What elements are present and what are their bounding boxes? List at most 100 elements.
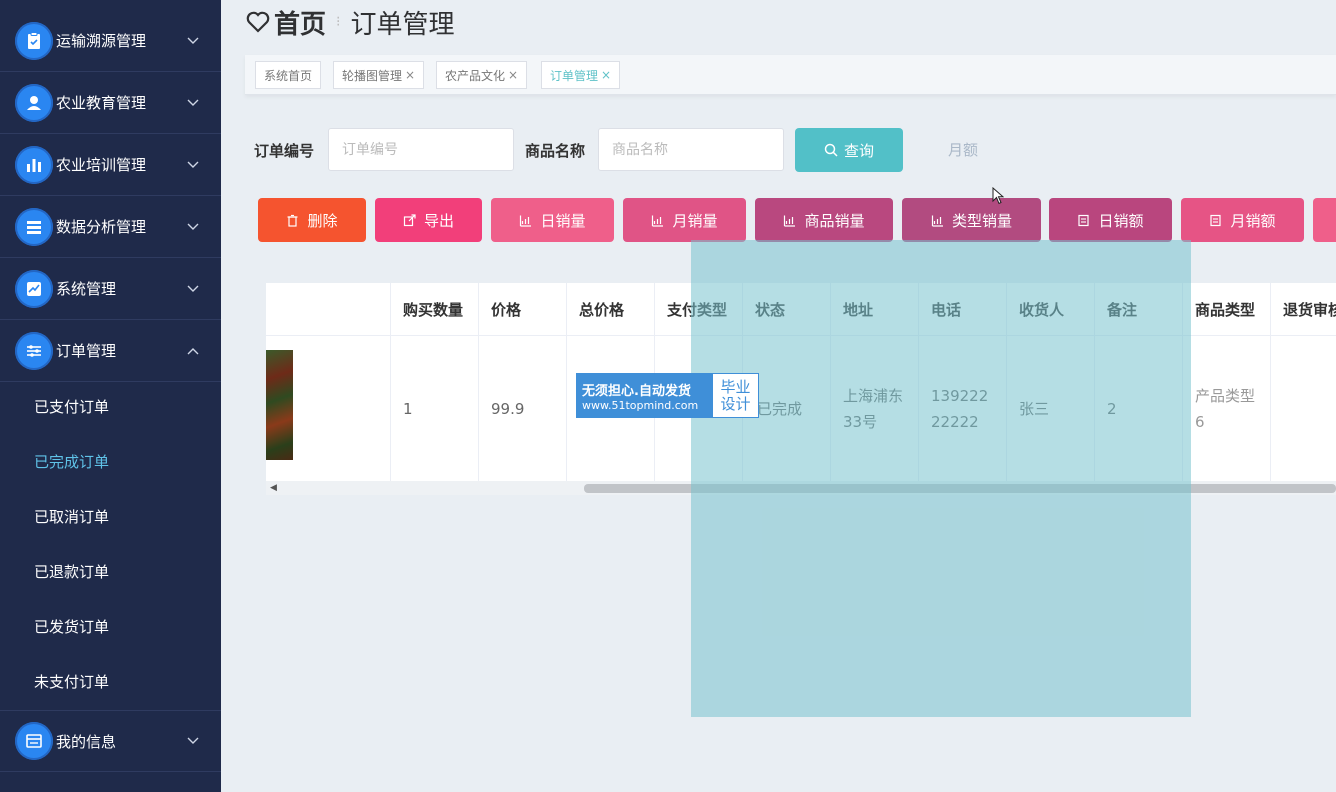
user-icon [15,83,53,122]
menu-item-orders[interactable]: 订单管理 [0,320,221,382]
scrollbar-thumb[interactable] [584,484,1336,493]
tab-bar: 系统首页 轮播图管理 × 农产品文化 × 订单管理 × [245,55,1336,95]
menu-label: 农业培训管理 [56,156,147,174]
monthly-revenue-button[interactable]: 月销额 [1181,198,1304,242]
th-status: 状态 [743,283,831,336]
monthly-sales-button[interactable]: 月销量 [623,198,746,242]
tab-label: 订单管理 [550,68,599,83]
doc-icon [1210,214,1222,226]
tab-carousel[interactable]: 轮播图管理 × [333,61,425,89]
query-button[interactable]: 查询 [795,128,903,172]
action-label: 导出 [423,211,454,230]
daily-revenue-button[interactable]: 日销额 [1049,198,1172,242]
sidebar: 运输溯源管理 农业教育管理 农业培训管理 数据分析管理 系统管理 订单管理 已支… [0,0,221,792]
chevron-up-icon [187,344,199,358]
th-quantity: 购买数量 [391,283,479,336]
td-address: 上海浦东33号 [831,336,919,481]
daily-sales-button[interactable]: 日销量 [491,198,614,242]
th-remark: 备注 [1095,283,1183,336]
menu-item-my-info[interactable]: 我的信息 [0,710,221,772]
bar-chart-icon [15,145,53,184]
th-image [266,283,391,336]
watermark-right2: 设计 [720,394,751,413]
menu-item-transport[interactable]: 运输溯源管理 [0,10,221,72]
submenu-unpaid-orders[interactable]: 未支付订单 [0,654,221,709]
watermark-logo: 无须担心.自动发货 www.51topmind.com 毕业 设计 [576,373,759,418]
action-label: 月销额 [1230,211,1276,230]
tab-system-home[interactable]: 系统首页 [255,61,322,89]
order-no-input[interactable] [328,128,514,171]
watermark-line2: www.51topmind.com [582,398,699,412]
chevron-down-icon [187,220,199,234]
menu-item-system[interactable]: 系统管理 [0,258,221,320]
breadcrumb-home[interactable]: 首页 [274,4,326,41]
submenu-completed-orders[interactable]: 已完成订单 [0,434,221,489]
menu-label: 我的信息 [56,732,117,751]
search-icon [824,143,838,157]
td-product-type: 产品类型6 [1183,336,1271,481]
menu-item-analysis[interactable]: 数据分析管理 [0,196,221,258]
order-no-label: 订单编号 [254,142,315,160]
action-label: 日销量 [540,211,586,230]
product-name-input[interactable] [598,128,784,171]
close-icon[interactable]: × [508,68,518,82]
th-receiver: 收货人 [1007,283,1095,336]
watermark-line1: 无须担心.自动发货 [582,383,691,399]
query-label: 查询 [843,141,874,160]
tab-label: 轮播图管理 [342,68,403,83]
th-address: 地址 [831,283,919,336]
type-sales-button[interactable]: 类型销量 [902,198,1041,242]
action-label: 类型销量 [951,211,1012,230]
submenu-cancelled-orders[interactable]: 已取消订单 [0,489,221,544]
chevron-down-icon [187,734,199,748]
td-image [266,336,391,481]
table-row[interactable]: 1 99.9 已完成 上海浦东33号 13922222222 张三 2 产品类型… [266,336,1336,481]
tab-orders[interactable]: 订单管理 × [541,61,621,89]
chevron-down-icon [187,96,199,110]
submenu-shipped-orders[interactable]: 已发货订单 [0,599,221,654]
trash-icon [287,214,298,227]
menu-item-education[interactable]: 农业教育管理 [0,72,221,134]
td-receiver: 张三 [1007,336,1095,481]
chart-icon [520,215,532,227]
action-label: 月销量 [672,211,718,230]
close-icon[interactable]: × [601,68,611,82]
scroll-left-icon[interactable]: ◀ [270,483,277,493]
chart-icon [652,215,664,227]
th-total-price: 总价格 [567,283,655,336]
line-chart-icon [15,269,53,308]
chevron-down-icon [187,282,199,296]
table-header: 购买数量 价格 总价格 支付类型 状态 地址 电话 收货人 备注 商品类型 退货… [266,283,1336,336]
menu-label: 系统管理 [56,280,117,298]
more-action-button[interactable] [1313,198,1336,242]
menu-label: 数据分析管理 [56,218,147,236]
action-label: 商品销量 [804,211,865,230]
chart-icon [784,215,796,227]
menu-label: 运输溯源管理 [56,32,147,50]
export-button[interactable]: 导出 [375,198,482,242]
sliders-icon [15,331,53,370]
menu-label: 订单管理 [56,342,117,360]
breadcrumb-separator-icon: ⁝ [336,14,341,30]
tab-culture[interactable]: 农产品文化 × [436,61,528,89]
cursor-icon [992,187,1004,205]
list-icon [15,207,53,246]
td-price: 99.9 [479,336,567,481]
submenu-paid-orders[interactable]: 已支付订单 [0,379,221,434]
close-icon[interactable]: × [405,68,415,82]
breadcrumb: 首页 ⁝ 订单管理 [245,4,454,40]
th-pay-type: 支付类型 [655,283,743,336]
product-thumbnail [266,350,293,460]
action-label: 日销额 [1098,211,1144,230]
action-label: 删除 [307,211,338,230]
doc-icon [1078,214,1090,226]
delete-button[interactable]: 删除 [258,198,366,242]
submenu-refunded-orders[interactable]: 已退款订单 [0,544,221,599]
menu-item-training[interactable]: 农业培训管理 [0,134,221,196]
tab-label: 系统首页 [264,68,313,83]
ghost-text: 月额 [948,141,979,159]
horizontal-scrollbar[interactable]: ◀ [266,481,1336,495]
product-sales-button[interactable]: 商品销量 [755,198,893,242]
product-name-label: 商品名称 [525,142,586,160]
chart-icon [931,215,943,227]
